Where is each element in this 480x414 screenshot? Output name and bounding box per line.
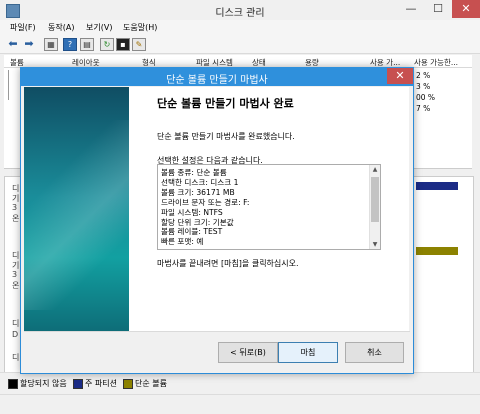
wizard-intro-text: 단순 볼륨 만들기 마법사를 완료했습니다. [157, 132, 295, 141]
summary-line: 드라이브 문자 또는 경로: F: [161, 197, 250, 207]
legend-bar [0, 372, 480, 395]
summary-lines: 볼륨 종류: 단순 볼륨 선택한 디스크: 디스크 1 볼륨 크기: 36171… [161, 168, 365, 247]
summary-line: 빠른 포맷: 예 [161, 237, 204, 247]
refresh-icon[interactable]: ↻ [100, 38, 114, 51]
menu-view[interactable]: 보기(V) [86, 22, 112, 33]
drive-icon-column [8, 70, 19, 100]
summary-line: 파일 시스템: NTFS [161, 207, 223, 217]
simple-volume-bar[interactable] [416, 247, 458, 255]
percent-cell: 3 % [416, 82, 431, 91]
grid-icon[interactable]: ▦ [44, 38, 58, 51]
back-arrow-icon[interactable]: ⬅ [7, 38, 19, 49]
settings-summary-box[interactable]: 볼륨 종류: 단순 볼륨 선택한 디스크: 디스크 1 볼륨 크기: 36171… [157, 164, 381, 250]
legend-swatch-unallocated [8, 379, 18, 389]
summary-line: 할당 단위 크기: 기본값 [161, 217, 234, 227]
scroll-down-arrow-icon[interactable]: ▼ [371, 241, 379, 248]
wizard-title: 단순 볼륨 만들기 마법사 [166, 75, 268, 86]
col-percent-free[interactable]: 사용 가능한... [414, 57, 458, 68]
disk-label-fragment: 3 [12, 270, 18, 279]
disk-label-fragment: 디 [12, 353, 20, 362]
wizard-heading: 단순 볼륨 만들기 마법사 완료 [157, 97, 294, 110]
menu-action[interactable]: 동작(A) [48, 22, 74, 33]
percent-cell: 7 % [416, 104, 431, 113]
legend-swatch-primary [73, 379, 83, 389]
back-button[interactable]: < 뒤로(B) [218, 342, 278, 363]
legend-label-simple: 단순 볼륨 [135, 379, 167, 388]
wizard-close-button[interactable]: ✕ [387, 68, 413, 84]
wizard-banner-sheen [24, 120, 129, 310]
disk-label-fragment: 디 [12, 319, 20, 328]
minimize-button[interactable]: — [398, 0, 424, 18]
percent-cell: 00 % [416, 93, 436, 102]
close-button[interactable]: ✕ [452, 0, 480, 18]
disk-label-fragment: 3 [12, 203, 18, 212]
summary-line: 볼륨 크기: 36171 MB [161, 187, 235, 197]
maximize-button[interactable]: ☐ [425, 0, 451, 18]
finish-button[interactable]: 마침 [278, 342, 338, 363]
disk-label-fragment: 온 [12, 214, 20, 223]
settings-icon[interactable]: ✎ [132, 38, 146, 51]
disk-label-fragment: D [12, 330, 19, 339]
properties-icon[interactable]: ▪ [116, 38, 130, 51]
scrollbar-thumb[interactable] [371, 177, 379, 222]
wizard-closing-text: 마법사를 끝내려면 [마침]을 클릭하십시오. [157, 259, 299, 268]
disk-label-fragment: 온 [12, 281, 20, 290]
menu-file[interactable]: 파일(F) [10, 22, 36, 33]
scroll-up-arrow-icon[interactable]: ▲ [371, 166, 379, 173]
summary-line: 볼륨 종류: 단순 볼륨 [161, 168, 227, 177]
primary-partition-bar[interactable] [416, 182, 458, 190]
summary-line: 선택한 디스크: 디스크 1 [161, 177, 239, 187]
summary-line: 볼륨 레이블: TEST [161, 227, 223, 237]
legend-label-unallocated: 할당되지 않음 [20, 379, 67, 388]
forward-arrow-icon[interactable]: ➡ [23, 38, 35, 49]
legend-swatch-simple [123, 379, 133, 389]
view-icon[interactable]: ▤ [80, 38, 94, 51]
percent-cell: 2 % [416, 71, 431, 80]
help-icon[interactable]: ? [63, 38, 77, 51]
summary-scrollbar[interactable]: ▲ ▼ [369, 165, 380, 249]
status-bar [0, 394, 480, 414]
menu-help[interactable]: 도움말(H) [123, 22, 157, 33]
cancel-button[interactable]: 취소 [345, 342, 404, 363]
legend-label-primary: 주 파티션 [85, 379, 117, 388]
